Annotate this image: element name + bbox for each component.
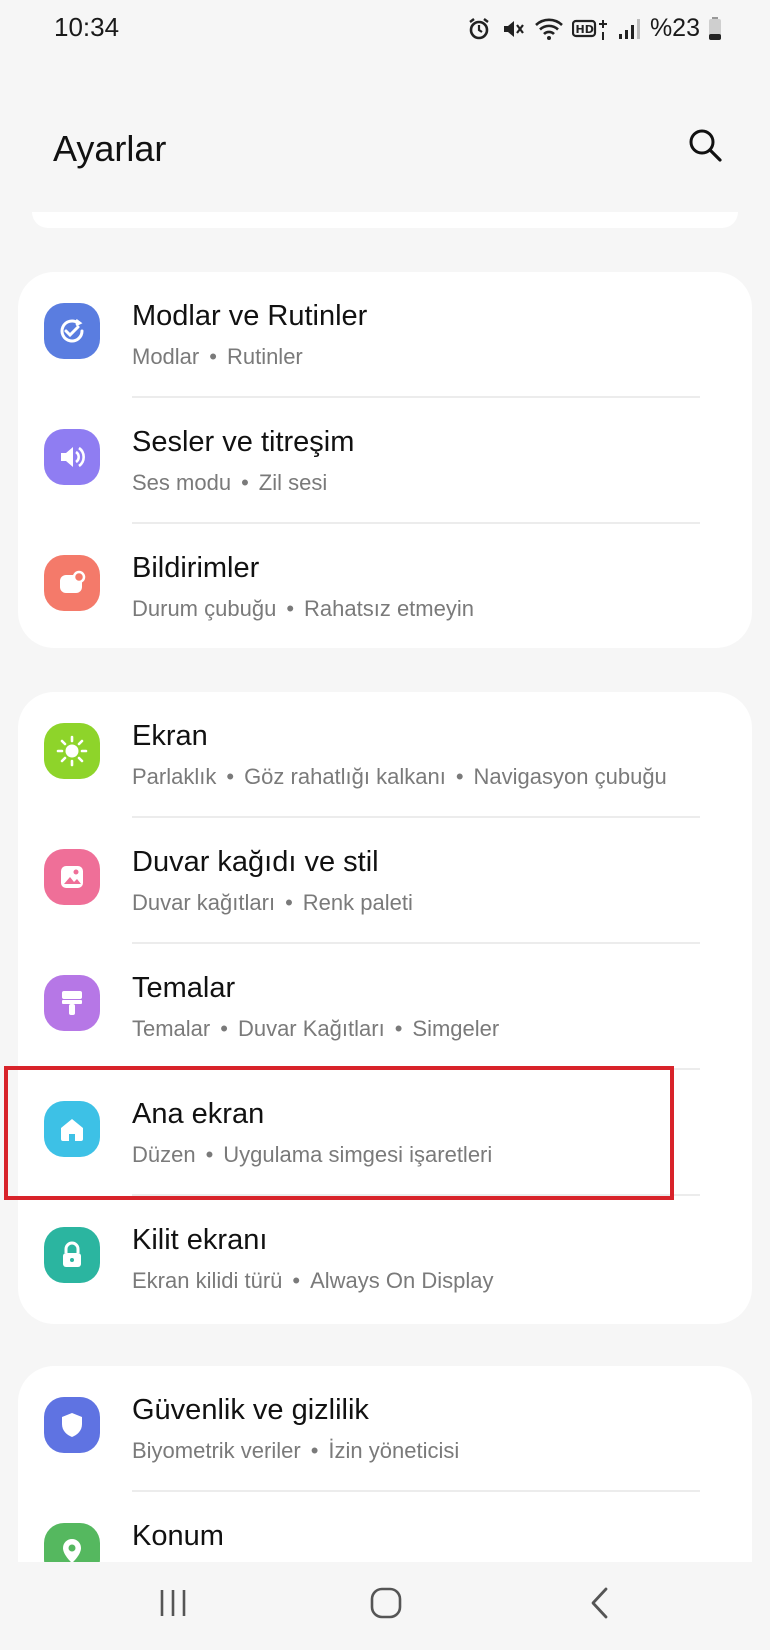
settings-item-label: Temalar xyxy=(132,972,236,1004)
themes-brush-icon xyxy=(44,975,100,1031)
settings-item-subtitle: Durum çubuğu • Rahatsız etmeyin xyxy=(132,596,474,621)
settings-item-label: Duvar kağıdı ve stil xyxy=(132,846,379,878)
recents-icon xyxy=(156,1587,190,1624)
settings-item-label: Ekran xyxy=(132,720,208,752)
settings-item-wallpaper[interactable]: Duvar kağıdı ve stil Duvar kağıtları • Ren… xyxy=(18,818,752,944)
mute-icon xyxy=(500,16,526,42)
notifications-icon xyxy=(44,555,100,611)
settings-item-themes[interactable]: Temalar Temalar • Duvar Kağıtları • Simgeler xyxy=(18,944,752,1070)
settings-item-home-screen[interactable]: Ana ekran Düzen • Uygulama simgesi işaretl… xyxy=(18,1070,752,1196)
settings-group-1: Modlar ve Rutinler Modlar • Rutinler Sesle… xyxy=(18,272,752,648)
settings-group-3: Güvenlik ve gizlilik Biyometrik veriler •… xyxy=(18,1366,752,1562)
settings-item-subtitle: Parlaklık • Göz rahatlığı kalkanı • Navigasy… xyxy=(132,764,667,789)
modes-routines-icon xyxy=(44,303,100,359)
settings-item-subtitle: Biyometrik veriler • İzin yöneticisi xyxy=(132,1438,460,1463)
back-button[interactable] xyxy=(570,1580,630,1630)
home-icon xyxy=(44,1101,100,1157)
page-title: Ayarlar xyxy=(53,128,167,169)
settings-item-display[interactable]: Ekran Parlaklık • Göz rahatlığı kalkanı • Na… xyxy=(18,692,752,818)
settings-item-subtitle: Duvar kağıtları • Renk paleti xyxy=(132,890,413,915)
settings-item-notifications[interactable]: Bildirimler Durum çubuğu • Rahatsız etmeyi… xyxy=(18,524,752,648)
wallpaper-icon xyxy=(44,849,100,905)
settings-item-label: Kilit ekranı xyxy=(132,1224,268,1256)
status-time: 10:34 xyxy=(54,12,120,42)
status-bar: 10:34 HD %23 xyxy=(0,0,770,60)
back-icon xyxy=(588,1586,612,1625)
settings-item-sounds[interactable]: Sesler ve titreşim Ses modu • Zil sesi xyxy=(18,398,752,524)
status-icons: HD %23 xyxy=(466,14,722,43)
search-button[interactable] xyxy=(682,124,728,170)
settings-item-label: Güvenlik ve gizlilik xyxy=(132,1394,369,1426)
battery-percent: %23 xyxy=(649,14,700,42)
wifi-icon xyxy=(534,16,564,42)
settings-item-lock-screen[interactable]: Kilit ekranı Ekran kilidi türü • Always On… xyxy=(18,1196,752,1322)
search-icon xyxy=(687,127,723,168)
settings-item-security-privacy[interactable]: Güvenlik ve gizlilik Biyometrik veriler •… xyxy=(18,1366,752,1492)
settings-item-subtitle: Modlar • Rutinler xyxy=(132,344,303,369)
settings-item-label: Sesler ve titreşim xyxy=(132,426,355,458)
scroll-edge-card xyxy=(32,212,738,228)
svg-text:HD: HD xyxy=(575,23,593,36)
shield-icon xyxy=(44,1397,100,1453)
settings-item-label: Ana ekran xyxy=(132,1098,265,1130)
settings-item-subtitle: Düzen • Uygulama simgesi işaretleri xyxy=(132,1142,493,1167)
settings-item-label: Modlar ve Rutinler xyxy=(132,300,368,332)
settings-item-subtitle: Temalar • Duvar Kağıtları • Simgeler xyxy=(132,1016,500,1041)
lock-icon xyxy=(44,1227,100,1283)
settings-item-subtitle: Ekran kilidi türü • Always On Display xyxy=(132,1268,494,1293)
display-sun-icon xyxy=(44,723,100,779)
settings-item-subtitle: Ses modu • Zil sesi xyxy=(132,470,328,495)
home-nav-button[interactable] xyxy=(356,1580,416,1630)
navigation-bar xyxy=(0,1562,770,1650)
settings-item-label: Konum xyxy=(132,1520,224,1552)
location-icon xyxy=(44,1523,100,1562)
settings-group-2: Ekran Parlaklık • Göz rahatlığı kalkanı • Na… xyxy=(18,692,752,1324)
signal-icon xyxy=(618,16,640,42)
settings-item-location[interactable]: Konum xyxy=(18,1492,752,1562)
sound-icon xyxy=(44,429,100,485)
battery-icon xyxy=(708,16,722,42)
settings-item-modes-routines[interactable]: Modlar ve Rutinler Modlar • Rutinler xyxy=(18,272,752,398)
settings-item-label: Bildirimler xyxy=(132,552,260,584)
home-button-icon xyxy=(369,1586,403,1625)
alarm-icon xyxy=(466,16,492,42)
hd-plus-icon: HD xyxy=(571,16,610,42)
recents-button[interactable] xyxy=(143,1580,203,1630)
